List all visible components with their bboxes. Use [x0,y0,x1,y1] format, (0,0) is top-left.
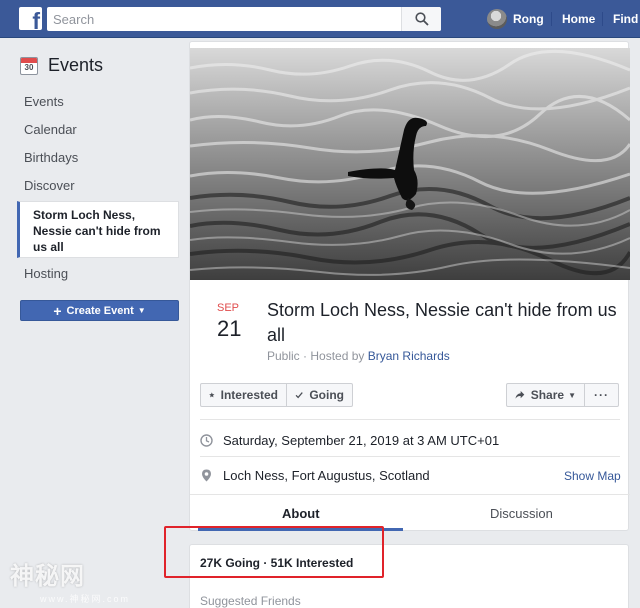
caret-down-icon: ▼ [137,306,146,315]
top-navigation-bar: f Rong Home Find F [0,0,640,38]
event-host-link[interactable]: Bryan Richards [368,349,450,363]
event-meta: Public · Hosted by Bryan Richards [267,349,450,363]
nav-divider [602,12,603,26]
event-location-row: Loch Ness, Fort Augustus, Scotland [200,468,430,483]
find-friends-link[interactable]: Find F [613,12,640,26]
user-name: Rong [513,12,544,26]
create-event-label: Create Event [66,304,134,317]
event-privacy: Public [267,349,300,363]
tab-discussion[interactable]: Discussion [490,506,553,521]
nav-divider [551,12,552,26]
sidebar-item-events[interactable]: Events [24,94,64,109]
going-button[interactable]: Going [286,383,353,407]
profile-link[interactable]: Rong [487,8,544,30]
watermark-url: www.神秘网.com [40,594,131,604]
event-cover-photo [190,48,630,280]
sidebar-title: Events [48,55,104,75]
event-datetime: Saturday, September 21, 2019 at 3 AM UTC… [223,433,500,448]
divider [190,494,630,495]
share-label: Share [530,388,565,402]
sidebar-item-discover[interactable]: Discover [24,178,75,193]
avatar [487,9,507,29]
plus-icon: + [53,302,62,319]
home-link[interactable]: Home [562,12,595,26]
interested-label: Interested [220,388,278,402]
share-arrow-icon [515,390,525,399]
share-button[interactable]: Share ▼ [506,383,585,407]
event-title: Storm Loch Ness, Nessie can't hide from … [267,300,617,345]
event-date-month: SEP [217,302,240,314]
facebook-logo[interactable]: f [19,7,42,30]
watermark: 神秘网 [10,564,85,590]
interested-button[interactable]: Interested [200,383,287,407]
more-options-button[interactable]: ··· [584,383,619,407]
clock-icon [200,434,213,447]
sidebar-item-calendar[interactable]: Calendar [24,122,77,137]
checkmark-icon [295,392,303,399]
event-date-day: 21 [217,316,242,341]
event-card: SEP 21 Storm Loch Ness, Nessie can't hid… [189,41,630,531]
event-location[interactable]: Loch Ness, Fort Augustus, Scotland [223,468,430,483]
search-box [47,7,441,31]
search-input[interactable] [53,7,393,31]
sidebar-item-birthdays[interactable]: Birthdays [24,150,78,165]
facebook-logo-letter: f [32,8,40,30]
show-map-link[interactable]: Show Map [564,469,621,483]
caret-down-icon: ▼ [568,390,576,400]
divider [200,456,620,457]
sidebar-item-hosting[interactable]: Hosting [24,266,68,281]
event-datetime-row: Saturday, September 21, 2019 at 3 AM UTC… [200,433,499,448]
calendar-icon: 30 [20,56,38,75]
sidebar-header: 30 Events [20,55,103,76]
search-icon [415,12,429,26]
hosted-by-text: · Hosted by [299,349,368,363]
location-pin-icon [202,469,211,482]
sidebar-item-current-event[interactable]: Storm Loch Ness, Nessie can't hide from … [17,201,179,258]
going-label: Going [309,388,344,402]
tab-about[interactable]: About [282,506,320,521]
highlight-annotation-box [164,526,384,578]
suggested-friends-heading: Suggested Friends [200,594,301,608]
create-event-button[interactable]: + Create Event ▼ [20,300,179,321]
star-icon [209,392,215,398]
divider [200,419,620,420]
search-button[interactable] [401,7,441,31]
